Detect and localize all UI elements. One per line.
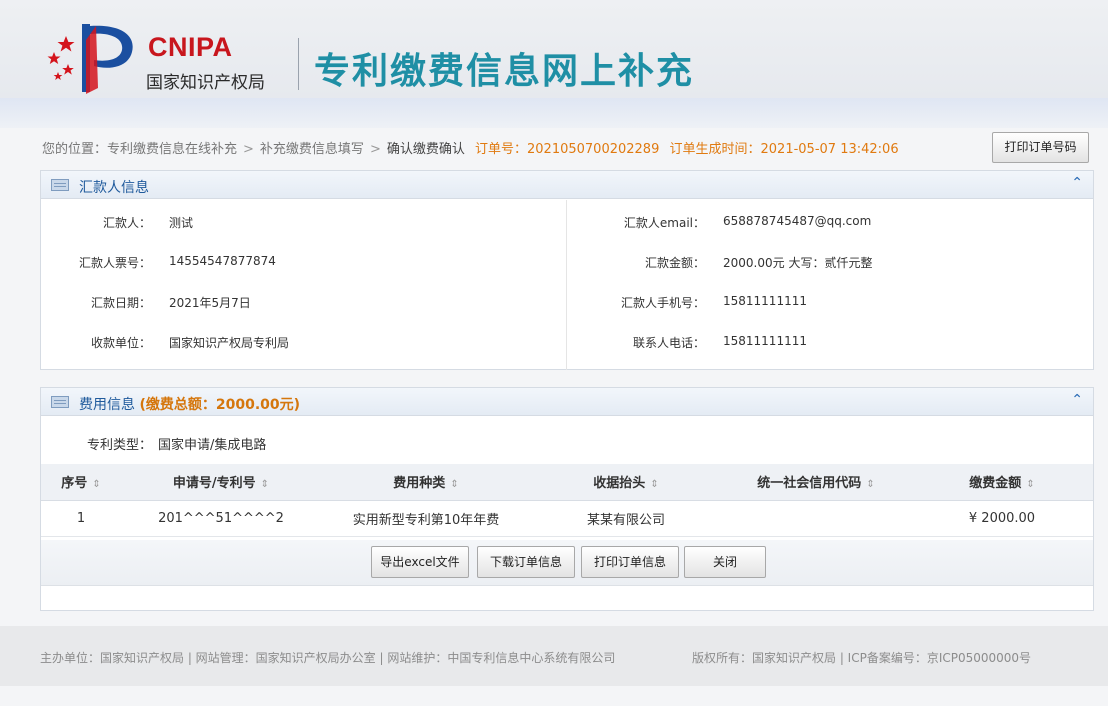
sort-icon[interactable]: ⇕ — [92, 479, 100, 490]
fee-table: 序号 ⇕ 申请号/专利号 ⇕ 费用种类 ⇕ 收据抬头 ⇕ 统一社会信用代码 ⇕ 缴费金额 ⇕… — [41, 464, 1093, 537]
patent-type-label: 专利类型： — [87, 438, 153, 453]
print-order-number-button[interactable]: 打印订单号码 — [992, 132, 1089, 163]
payer-column-left: 汇款人： 测试 汇款人票号： 14554547877874 汇款日期： 2021… — [41, 200, 567, 370]
field-value: 国家知识产权局专利局 — [169, 336, 290, 350]
sort-icon[interactable]: ⇕ — [650, 479, 658, 490]
sort-icon[interactable]: ⇕ — [1026, 479, 1034, 490]
field-value: 测试 — [169, 216, 194, 230]
panel-title: 费用信息 (缴费总额：2000.00元) — [79, 394, 300, 414]
column-header-amount[interactable]: 缴费金额 ⇕ — [911, 464, 1093, 501]
breadcrumb-item[interactable]: 补充缴费信息填写 — [260, 142, 364, 157]
table-cell: ¥ 2000.00 — [911, 500, 1093, 537]
payer-column-right: 汇款人email： 658878745487@qq.com 汇款金额： 2000… — [567, 200, 1093, 370]
table-cell — [721, 500, 911, 537]
patent-type-value: 国家申请/集成电路 — [158, 438, 267, 453]
sort-icon[interactable]: ⇕ — [261, 479, 269, 490]
order-number-label: 订单号： — [475, 142, 528, 157]
site-title: 专利缴费信息网上补充 — [314, 51, 695, 92]
cnipa-logo[interactable]: CNIPA 国家知识产权局 — [44, 18, 304, 96]
breadcrumb-current: 确认缴费确认 — [386, 142, 465, 157]
logo-text-cn: 国家知识产权局 — [146, 73, 265, 93]
action-bar: 导出excel文件 下载订单信息 打印订单信息 关闭 — [41, 540, 1093, 586]
column-header-fee-type[interactable]: 费用种类 ⇕ — [321, 464, 531, 501]
table-cell: 某某有限公司 — [531, 500, 721, 537]
field-label: 收款单位： — [90, 336, 151, 350]
field-label: 汇款人票号： — [78, 256, 151, 270]
site-footer: 主办单位：国家知识产权局 | 网站管理：国家知识产权局办公室 | 网站维护：中国… — [0, 626, 1108, 686]
collapse-chevron-icon[interactable]: ⌃ — [1071, 175, 1083, 191]
table-cell: 1 — [41, 500, 121, 537]
footer-copyright: 版权所有：国家知识产权局 | ICP备案编号：京ICP05000000号 — [692, 651, 1032, 665]
panel-list-icon — [51, 396, 69, 408]
field-label: 汇款日期： — [90, 296, 151, 310]
table-header-row: 序号 ⇕ 申请号/专利号 ⇕ 费用种类 ⇕ 收据抬头 ⇕ 统一社会信用代码 ⇕ 缴费金额 ⇕ — [41, 464, 1093, 501]
header-divider — [298, 38, 299, 90]
order-number: 2021050700202289 — [527, 142, 660, 157]
panel-header: 汇款人信息 ⌃ — [41, 171, 1093, 199]
field-value: 15811111111 — [723, 294, 807, 308]
logo-text-en: CNIPA — [148, 32, 233, 62]
download-order-button[interactable]: 下载订单信息 — [477, 546, 575, 578]
order-time-label: 订单生成时间： — [669, 142, 761, 157]
table-cell: 201^^^51^^^^2 — [121, 500, 321, 537]
field-label: 汇款人手机号： — [620, 296, 705, 310]
cnipa-emblem-icon — [47, 24, 133, 94]
site-header: CNIPA 国家知识产权局 专利缴费信息网上补充 — [0, 0, 1108, 98]
fee-total: (缴费总额：2000.00元) — [139, 397, 301, 413]
payer-info-panel: 汇款人信息 ⌃ 汇款人： 测试 汇款人票号： 14554547877874 汇款… — [40, 170, 1094, 370]
field-value: 2021年5月7日 — [169, 296, 251, 310]
field-value: 15811111111 — [723, 334, 807, 348]
field-value: 2000.00元 大写：贰仟元整 — [723, 256, 873, 270]
panel-title: 汇款人信息 — [79, 180, 149, 196]
footer-organizer: 主办单位：国家知识产权局 | 网站管理：国家知识产权局办公室 | 网站维护：中国… — [40, 651, 616, 665]
sort-icon[interactable]: ⇕ — [450, 479, 458, 490]
table-row: 1 201^^^51^^^^2 实用新型专利第10年年费 某某有限公司 ¥ 20… — [41, 500, 1093, 537]
column-header-credit-code[interactable]: 统一社会信用代码 ⇕ — [721, 464, 911, 501]
header-band — [0, 98, 1108, 128]
panel-list-icon — [51, 179, 69, 191]
collapse-chevron-icon[interactable]: ⌃ — [1071, 392, 1083, 408]
breadcrumb-item[interactable]: 您的位置：专利缴费信息在线补充 — [42, 142, 237, 157]
field-label: 汇款人： — [102, 216, 151, 230]
field-value: 14554547877874 — [169, 254, 276, 268]
export-excel-button[interactable]: 导出excel文件 — [371, 546, 469, 578]
field-label: 汇款金额： — [644, 256, 705, 270]
field-label: 联系人电话： — [632, 336, 705, 350]
table-cell: 实用新型专利第10年年费 — [321, 500, 531, 537]
close-button[interactable]: 关闭 — [684, 546, 766, 578]
column-header-index[interactable]: 序号 ⇕ — [41, 464, 121, 501]
field-value: 658878745487@qq.com — [723, 214, 872, 228]
breadcrumb-separator-icon: > — [369, 142, 381, 157]
payer-fields: 汇款人： 测试 汇款人票号： 14554547877874 汇款日期： 2021… — [41, 200, 1093, 370]
column-header-application-no[interactable]: 申请号/专利号 ⇕ — [121, 464, 321, 501]
patent-type: 专利类型： 国家申请/集成电路 — [87, 434, 266, 453]
field-label: 汇款人email： — [623, 216, 705, 230]
breadcrumb-separator-icon: > — [243, 142, 254, 157]
sort-icon[interactable]: ⇕ — [866, 479, 874, 490]
order-time: 2021-05-07 13:42:06 — [760, 142, 899, 157]
print-order-button[interactable]: 打印订单信息 — [581, 546, 679, 578]
fee-panel-title: 费用信息 — [79, 397, 135, 413]
fee-info-panel: 费用信息 (缴费总额：2000.00元) ⌃ 专利类型： 国家申请/集成电路 序号… — [40, 387, 1094, 611]
column-header-receipt-title[interactable]: 收据抬头 ⇕ — [531, 464, 721, 501]
breadcrumb: 您的位置：专利缴费信息在线补充 > 补充缴费信息填写 > 确认缴费确认 订单号：2021… — [42, 138, 899, 157]
panel-header: 费用信息 (缴费总额：2000.00元) ⌃ — [41, 388, 1093, 416]
